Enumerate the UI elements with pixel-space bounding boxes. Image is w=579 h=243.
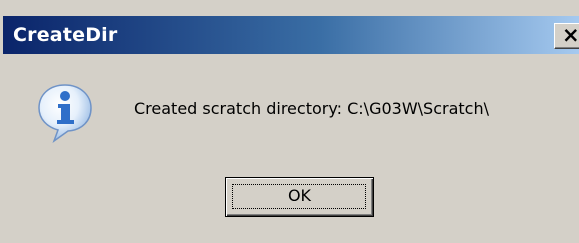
window-title: CreateDir — [13, 24, 118, 46]
close-button[interactable]: × — [554, 23, 579, 49]
ok-button[interactable]: OK — [225, 177, 374, 217]
message-text: Created scratch directory: C:\G03W\Scrat… — [134, 99, 489, 118]
title-bar[interactable]: CreateDir × — [3, 16, 579, 54]
info-icon — [38, 84, 92, 143]
ok-button-label: OK — [287, 186, 312, 205]
createdir-dialog: CreateDir × Created scratch directory: C… — [0, 0, 579, 243]
close-icon: × — [562, 23, 579, 47]
